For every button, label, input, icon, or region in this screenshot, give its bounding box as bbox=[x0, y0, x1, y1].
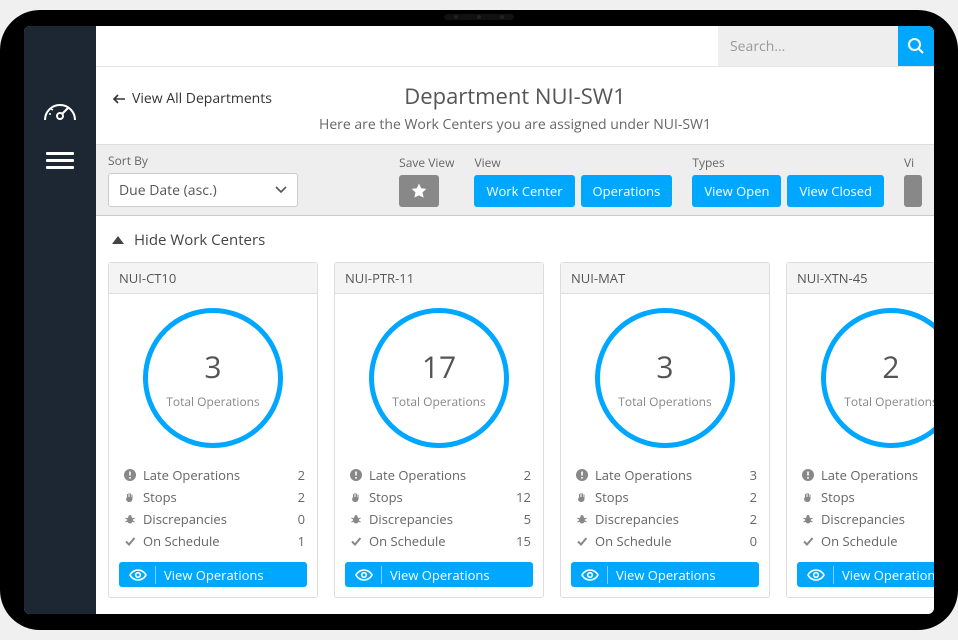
bug-icon bbox=[347, 513, 365, 525]
stat-late: Late Operations 2 bbox=[347, 464, 531, 486]
hand-icon bbox=[573, 491, 591, 503]
hand-icon bbox=[799, 491, 817, 503]
search-placeholder: Search... bbox=[730, 37, 785, 56]
view-operations-label: View Operations bbox=[390, 566, 490, 584]
card-title: NUI-XTN-45 bbox=[787, 263, 934, 294]
stat-on-schedule: On Schedule bbox=[799, 530, 934, 552]
stat-late: Late Operations 3 bbox=[573, 464, 757, 486]
arrow-left-icon bbox=[112, 92, 126, 106]
stat-discrepancies: Discrepancies 2 bbox=[573, 508, 757, 530]
bug-icon bbox=[799, 513, 817, 525]
eye-icon bbox=[129, 569, 147, 581]
partial-button[interactable] bbox=[904, 175, 922, 207]
view-closed-button[interactable]: View Closed bbox=[787, 175, 884, 207]
operations-sublabel: Total Operations bbox=[844, 393, 934, 410]
exclamation-icon bbox=[573, 469, 591, 481]
view-operations-button[interactable]: View Operations bbox=[571, 562, 759, 587]
operations-count: 17 bbox=[422, 346, 456, 387]
operations-count: 3 bbox=[204, 346, 221, 387]
operations-ring: 3 Total Operations bbox=[143, 308, 283, 448]
types-label: Types bbox=[692, 154, 884, 171]
exclamation-icon bbox=[799, 469, 817, 481]
page-subtitle: Here are the Work Centers you are assign… bbox=[112, 115, 918, 134]
chevron-down-icon bbox=[275, 186, 287, 194]
check-icon bbox=[799, 535, 817, 547]
bug-icon bbox=[121, 513, 139, 525]
hamburger-menu-icon[interactable] bbox=[46, 152, 74, 169]
sort-select[interactable]: Due Date (asc.) bbox=[108, 173, 298, 207]
sort-selected-value: Due Date (asc.) bbox=[119, 181, 217, 200]
back-link-label: View All Departments bbox=[132, 89, 272, 108]
operations-ring: 3 Total Operations bbox=[595, 308, 735, 448]
stat-on-schedule: On Schedule 0 bbox=[573, 530, 757, 552]
view-operations-button[interactable]: View Operations bbox=[119, 562, 307, 587]
stat-late: Late Operations bbox=[799, 464, 934, 486]
save-view-button[interactable] bbox=[399, 175, 439, 207]
exclamation-icon bbox=[121, 469, 139, 481]
hand-icon bbox=[121, 491, 139, 503]
stat-stops: Stops 2 bbox=[121, 486, 305, 508]
operations-sublabel: Total Operations bbox=[166, 393, 260, 410]
sidebar bbox=[24, 26, 96, 614]
work-center-card: NUI-CT10 3 Total Operations Late Operati… bbox=[108, 262, 318, 598]
card-title: NUI-MAT bbox=[561, 263, 769, 294]
dashboard-gauge-icon[interactable] bbox=[43, 96, 77, 122]
search-icon bbox=[907, 37, 925, 55]
work-center-button[interactable]: Work Center bbox=[474, 175, 574, 207]
collapse-label: Hide Work Centers bbox=[134, 230, 265, 250]
view-operations-label: View Operations bbox=[616, 566, 716, 584]
check-icon bbox=[121, 535, 139, 547]
page-header: View All Departments Department NUI-SW1 … bbox=[96, 67, 934, 145]
work-center-card: NUI-PTR-11 17 Total Operations Late Oper… bbox=[334, 262, 544, 598]
back-link[interactable]: View All Departments bbox=[112, 89, 272, 108]
search-button[interactable] bbox=[898, 26, 934, 66]
operations-button[interactable]: Operations bbox=[581, 175, 673, 207]
stat-stops: Stops 2 bbox=[573, 486, 757, 508]
toolbar: Sort By Due Date (asc.) Save View bbox=[96, 145, 934, 216]
eye-icon bbox=[581, 569, 599, 581]
view-open-button[interactable]: View Open bbox=[692, 175, 781, 207]
partial-label: Vi bbox=[904, 154, 922, 171]
operations-ring: 2 Total Operations bbox=[821, 308, 934, 448]
check-icon bbox=[347, 535, 365, 547]
eye-icon bbox=[807, 569, 825, 581]
stat-stops: Stops bbox=[799, 486, 934, 508]
work-center-card: NUI-MAT 3 Total Operations Late Operatio… bbox=[560, 262, 770, 598]
stat-discrepancies: Discrepancies bbox=[799, 508, 934, 530]
view-operations-button[interactable]: View Operations bbox=[345, 562, 533, 587]
work-center-card: NUI-XTN-45 2 Total Operations Late Opera… bbox=[786, 262, 934, 598]
view-operations-label: View Operations bbox=[842, 566, 934, 584]
cards-container: NUI-CT10 3 Total Operations Late Operati… bbox=[96, 256, 934, 614]
hand-icon bbox=[347, 491, 365, 503]
operations-count: 2 bbox=[882, 346, 899, 387]
view-label: View bbox=[474, 154, 672, 171]
view-operations-label: View Operations bbox=[164, 566, 264, 584]
save-view-label: Save View bbox=[399, 154, 454, 171]
view-operations-button[interactable]: View Operations bbox=[797, 562, 934, 587]
collapse-toggle[interactable]: Hide Work Centers bbox=[96, 216, 934, 256]
operations-count: 3 bbox=[656, 346, 673, 387]
sort-label: Sort By bbox=[108, 152, 298, 169]
check-icon bbox=[573, 535, 591, 547]
exclamation-icon bbox=[347, 469, 365, 481]
stat-stops: Stops 12 bbox=[347, 486, 531, 508]
bug-icon bbox=[573, 513, 591, 525]
stat-discrepancies: Discrepancies 0 bbox=[121, 508, 305, 530]
card-title: NUI-CT10 bbox=[109, 263, 317, 294]
eye-icon bbox=[355, 569, 373, 581]
triangle-up-icon bbox=[112, 236, 124, 244]
card-title: NUI-PTR-11 bbox=[335, 263, 543, 294]
stat-on-schedule: On Schedule 1 bbox=[121, 530, 305, 552]
operations-sublabel: Total Operations bbox=[392, 393, 486, 410]
operations-ring: 17 Total Operations bbox=[369, 308, 509, 448]
operations-sublabel: Total Operations bbox=[618, 393, 712, 410]
stat-on-schedule: On Schedule 15 bbox=[347, 530, 531, 552]
stat-discrepancies: Discrepancies 5 bbox=[347, 508, 531, 530]
stat-late: Late Operations 2 bbox=[121, 464, 305, 486]
search-input[interactable]: Search... bbox=[718, 26, 898, 66]
topbar: Search... bbox=[96, 26, 934, 67]
star-icon bbox=[410, 182, 428, 200]
